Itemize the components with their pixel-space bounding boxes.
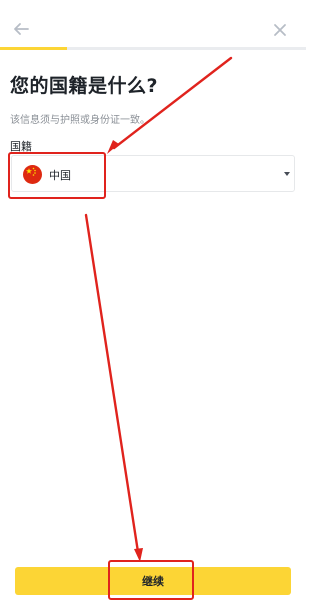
progress-fill — [0, 47, 68, 50]
caret-down-icon — [284, 172, 290, 176]
top-bar — [0, 0, 306, 50]
close-icon — [274, 24, 286, 36]
page-title: 您的国籍是什么? — [10, 75, 159, 97]
arrow-left-icon — [14, 23, 29, 35]
close-button[interactable] — [270, 20, 290, 40]
back-button[interactable] — [10, 19, 34, 39]
annotation-arrowhead-select — [107, 140, 119, 154]
highlight-box-continue — [108, 560, 194, 600]
highlight-box-nationality — [8, 152, 106, 199]
progress-bar — [0, 47, 306, 50]
page-subtitle: 该信息须与护照或身份证一致。 — [10, 115, 150, 126]
annotation-arrow-to-button — [84, 213, 140, 554]
